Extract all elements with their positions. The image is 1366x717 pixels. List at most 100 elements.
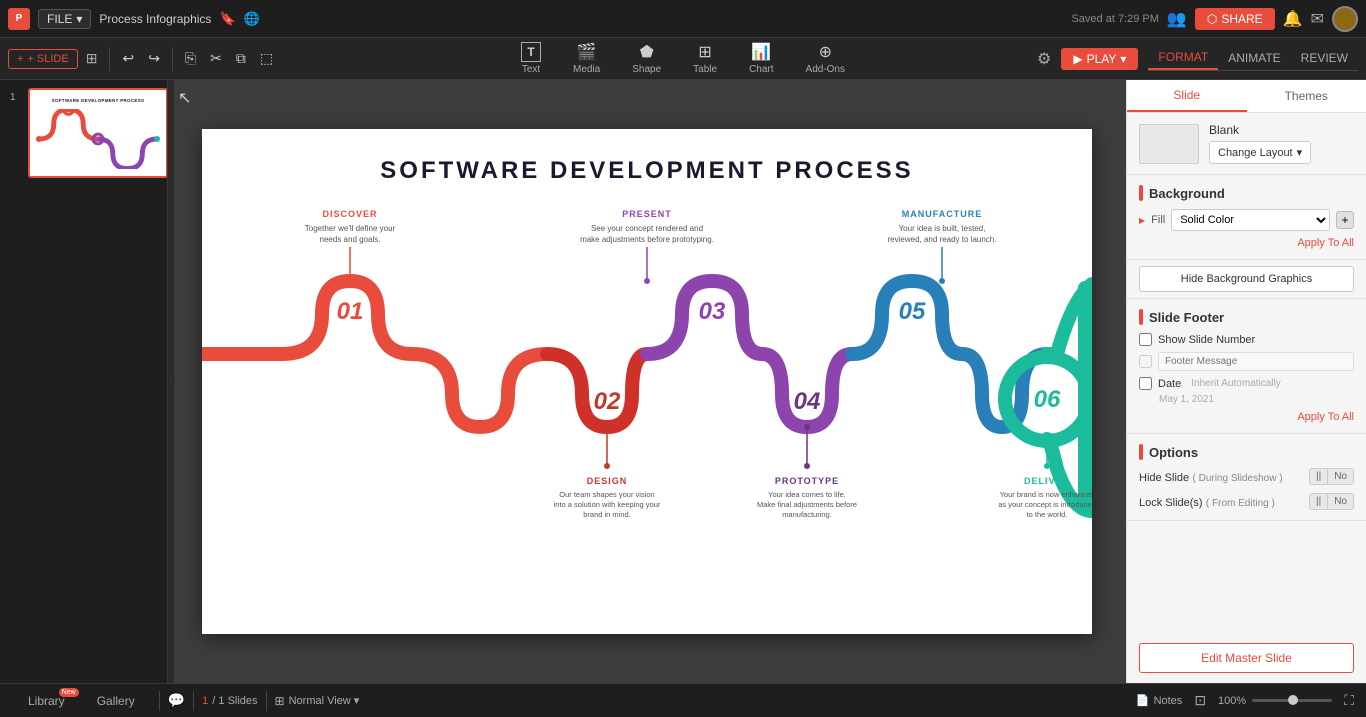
- svg-text:Your idea is built, tested,: Your idea is built, tested,: [899, 224, 986, 233]
- tool-chart[interactable]: 📊 Chart: [741, 38, 781, 79]
- notifications-icon[interactable]: 🔔: [1283, 9, 1303, 29]
- panel-resize-handle[interactable]: ⋮: [168, 80, 174, 683]
- slides-panel: 1 SOFTWARE DEVELOPMENT PROCESS 01: [0, 80, 168, 683]
- svg-text:03: 03: [96, 138, 102, 144]
- apply-all-bg[interactable]: Apply To All: [1139, 237, 1354, 249]
- process-svg: DISCOVER Together we'll define your need…: [202, 199, 1092, 579]
- add-slide-button[interactable]: + + SLIDE: [8, 49, 78, 69]
- app-icon: P: [8, 8, 30, 30]
- shape-icon: ⬟: [640, 42, 654, 62]
- lock-slides-toggle-ii[interactable]: ||: [1310, 494, 1328, 509]
- tool-text[interactable]: T Text: [513, 38, 549, 79]
- svg-text:01: 01: [337, 298, 364, 325]
- slide-number: 1: [202, 695, 208, 707]
- chart-icon: 📊: [751, 42, 771, 62]
- slide-title: SOFTWARE DEVELOPMENT PROCESS: [202, 129, 1092, 185]
- tab-format[interactable]: FORMAT: [1148, 46, 1218, 70]
- tab-library[interactable]: Library New: [12, 684, 81, 717]
- footer-message-input[interactable]: [1158, 352, 1354, 371]
- inherit-auto-label: Inherit Automatically: [1191, 378, 1281, 389]
- media-icon: 🎬: [577, 42, 597, 62]
- notes-button[interactable]: 📄 Notes: [1136, 694, 1182, 707]
- lock-slides-label: Lock Slide(s): [1139, 497, 1203, 509]
- hide-slide-toggle-no[interactable]: No: [1328, 469, 1353, 484]
- saved-status: Saved at 7:29 PM: [1071, 13, 1158, 25]
- show-slide-number-label: Show Slide Number: [1158, 334, 1255, 346]
- svg-text:needs and goals.: needs and goals.: [320, 235, 381, 244]
- svg-text:05: 05: [899, 298, 926, 325]
- svg-text:reviewed, and ready to launch.: reviewed, and ready to launch.: [888, 235, 997, 244]
- chat-icon[interactable]: 💬: [168, 692, 185, 709]
- copy-button[interactable]: ⧉: [230, 46, 252, 71]
- svg-text:DESIGN: DESIGN: [587, 476, 628, 486]
- apply-all-footer[interactable]: Apply To All: [1139, 411, 1354, 423]
- undo-button[interactable]: ↩: [116, 46, 140, 71]
- svg-text:PROTOTYPE: PROTOTYPE: [775, 476, 839, 486]
- zoom-level: 100%: [1218, 695, 1246, 707]
- tool-shape[interactable]: ⬟ Shape: [624, 38, 669, 79]
- svg-text:01: 01: [66, 109, 72, 114]
- change-layout-button[interactable]: Change Layout ▾: [1209, 141, 1311, 164]
- tool-media[interactable]: 🎬 Media: [565, 38, 608, 79]
- fill-add-button[interactable]: +: [1336, 211, 1354, 229]
- paste-button[interactable]: ⬚: [254, 46, 279, 71]
- right-panel: Slide Themes Blank Change Layout ▾ Backg…: [1126, 80, 1366, 683]
- svg-text:See your concept rendered and: See your concept rendered and: [591, 224, 703, 233]
- share-button[interactable]: ⬡ SHARE: [1195, 8, 1275, 30]
- play-button[interactable]: ▶PLAY▾: [1061, 48, 1138, 70]
- tab-review[interactable]: REVIEW: [1291, 47, 1358, 69]
- file-button[interactable]: FILE ▾: [38, 9, 91, 29]
- fullscreen-icon[interactable]: ⛶: [1344, 692, 1354, 709]
- fill-triangle-icon: ▶: [1139, 216, 1145, 225]
- fill-select[interactable]: Solid Color: [1171, 209, 1330, 231]
- new-badge: New: [59, 688, 79, 697]
- normal-view-label[interactable]: Normal View ▾: [289, 694, 360, 707]
- view-grid-icon: ⊞: [275, 694, 285, 708]
- svg-text:manufacturing.: manufacturing.: [782, 510, 832, 519]
- svg-text:03: 03: [699, 298, 726, 325]
- svg-text:Our team shapes your vision: Our team shapes your vision: [559, 490, 654, 499]
- collab-icon[interactable]: 👥: [1167, 9, 1187, 29]
- edit-master-slide-button[interactable]: Edit Master Slide: [1139, 643, 1354, 673]
- tool-table[interactable]: ⊞ Table: [685, 38, 725, 79]
- zoom-slider[interactable]: [1252, 699, 1332, 702]
- paint-format-button[interactable]: ⎘: [179, 46, 202, 71]
- globe-icon[interactable]: 🌐: [244, 11, 260, 27]
- avatar[interactable]: [1332, 6, 1358, 32]
- hide-slide-toggle-ii[interactable]: ||: [1310, 469, 1328, 484]
- svg-text:Together we'll define your: Together we'll define your: [305, 224, 396, 233]
- date-checkbox[interactable]: [1139, 377, 1152, 390]
- slide-total: / 1 Slides: [212, 695, 257, 707]
- svg-text:Your idea comes to life.: Your idea comes to life.: [768, 490, 846, 499]
- layout-preview: [1139, 124, 1199, 164]
- cut-button[interactable]: ✂: [204, 46, 228, 71]
- settings-icon[interactable]: ⚙: [1037, 49, 1051, 69]
- svg-text:Your brand is now enhanced: Your brand is now enhanced: [1000, 490, 1092, 499]
- options-title: Options: [1149, 445, 1198, 460]
- lock-slides-toggle-no[interactable]: No: [1328, 494, 1353, 509]
- canvas-area: ⋮ ↖ SOFTWARE DEVELOPMENT PROCESS DISCOVE…: [168, 80, 1126, 683]
- doc-title: Process Infographics: [99, 12, 211, 26]
- panel-tab-slide[interactable]: Slide: [1127, 80, 1247, 112]
- lock-slides-sub: ( From Editing ): [1206, 498, 1275, 509]
- grid-view-icon[interactable]: ⊞: [80, 46, 104, 71]
- svg-text:DELIVER: DELIVER: [1024, 476, 1070, 486]
- tab-gallery[interactable]: Gallery: [81, 684, 151, 717]
- layout-icon[interactable]: ⊡: [1194, 692, 1206, 709]
- slide-canvas[interactable]: SOFTWARE DEVELOPMENT PROCESS DISCOVER To…: [202, 129, 1092, 634]
- redo-button[interactable]: ↪: [142, 46, 166, 71]
- show-slide-number-checkbox[interactable]: [1139, 333, 1152, 346]
- svg-text:02: 02: [594, 388, 621, 415]
- slide-thumbnail[interactable]: SOFTWARE DEVELOPMENT PROCESS 01 03: [28, 88, 168, 178]
- tool-addons[interactable]: ⊕ Add-Ons: [798, 38, 853, 79]
- cursor-icon: ↖: [178, 90, 191, 107]
- footer-message-checkbox[interactable]: [1139, 355, 1152, 368]
- bookmark-icon[interactable]: 🔖: [219, 11, 235, 27]
- svg-text:06: 06: [1034, 386, 1061, 413]
- date-value: May 1, 2021: [1159, 394, 1354, 405]
- panel-tab-themes[interactable]: Themes: [1247, 80, 1366, 112]
- tab-animate[interactable]: ANIMATE: [1218, 47, 1290, 69]
- hide-background-button[interactable]: Hide Background Graphics: [1139, 266, 1354, 292]
- mail-icon[interactable]: ✉: [1311, 9, 1324, 29]
- background-title: Background: [1149, 186, 1225, 201]
